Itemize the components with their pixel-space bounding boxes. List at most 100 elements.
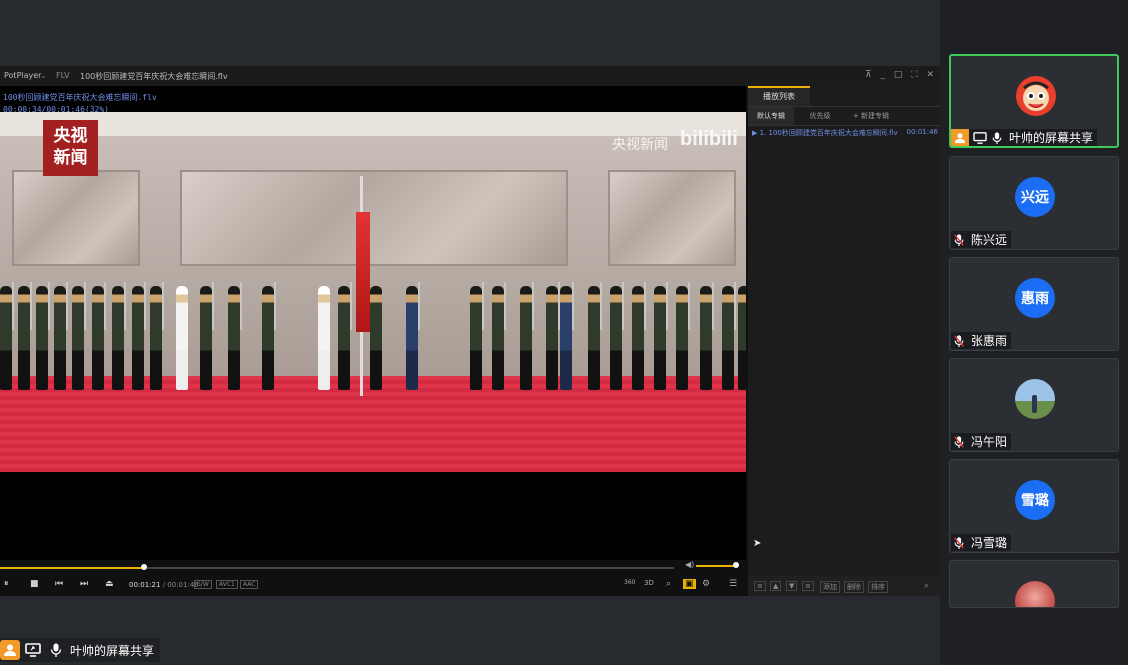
screen-share-icon xyxy=(973,131,987,144)
participant-tile[interactable] xyxy=(949,560,1119,608)
screen-share-name: 叶帅的屏幕共享 xyxy=(70,643,155,658)
vr-360-button[interactable]: 360 xyxy=(624,579,635,586)
participant-name: 冯午阳 xyxy=(971,435,1008,449)
rifle xyxy=(622,282,624,330)
eject-icon[interactable]: ⏏ xyxy=(105,579,114,589)
seek-progress xyxy=(0,567,144,569)
rifle xyxy=(48,282,50,330)
tab-priority[interactable]: 优先级 xyxy=(796,107,844,125)
participant-namebar: 陈兴远 xyxy=(951,231,1012,248)
rifle xyxy=(418,282,420,330)
3d-button[interactable]: 3D xyxy=(644,579,654,587)
fullscreen-icon[interactable]: ⛶ xyxy=(911,70,917,80)
soldier xyxy=(676,286,688,390)
watermark: 央视新闻 xyxy=(612,137,668,153)
potplayer-window: PotPlayer ⌄ FLV 100秒回顾建党百年庆祝大会难忘瞬间.flv ⊼… xyxy=(0,66,940,596)
cctv-news-logo: 央视 新闻 xyxy=(43,120,98,176)
participant-tile[interactable]: 雪璐 冯雪璐 xyxy=(949,459,1119,553)
participant-tile[interactable]: 叶帅的屏幕共享 xyxy=(949,54,1119,148)
relief-carving xyxy=(180,170,568,266)
soldier xyxy=(546,286,558,390)
file-title: 100秒回顾建党百年庆祝大会难忘瞬间.flv xyxy=(80,72,228,81)
add-button[interactable]: 添加 xyxy=(820,581,840,593)
playlist-title-tab[interactable]: 播放列表 xyxy=(748,86,810,106)
participant-namebar: 叶帅的屏幕共享 xyxy=(951,128,1098,146)
soldier xyxy=(470,286,482,390)
flag xyxy=(356,212,370,332)
gear-icon[interactable]: ⚙ xyxy=(702,579,710,589)
honor-guard xyxy=(0,176,746,396)
maximize-icon[interactable]: □ xyxy=(894,70,903,80)
user-icon xyxy=(0,640,20,660)
video-frame: 央视 新闻 央视新闻 bilibili xyxy=(0,112,746,472)
previous-icon[interactable]: ⏮ xyxy=(55,579,63,589)
soldier xyxy=(406,286,418,390)
volume-icon[interactable]: ◀) xyxy=(685,560,694,569)
user-icon xyxy=(951,128,969,146)
rifle xyxy=(350,282,352,330)
rifle xyxy=(734,282,736,330)
participant-tile[interactable]: 兴远 陈兴远 xyxy=(949,156,1119,250)
codec-tag[interactable]: AVC1 xyxy=(216,580,238,589)
logo-line: 新闻 xyxy=(53,148,88,168)
participant-tile[interactable]: 惠雨 张惠雨 xyxy=(949,257,1119,351)
rifle xyxy=(124,282,126,330)
sort-last-icon[interactable]: ≡ xyxy=(802,581,814,591)
video-area[interactable]: 100秒回顾建党百年庆祝大会难忘瞬间.flv 00:00:34/00:01:46… xyxy=(0,86,746,560)
volume-handle[interactable] xyxy=(733,562,739,568)
sort-first-icon[interactable]: ≡ xyxy=(754,581,766,591)
rifle xyxy=(532,282,534,330)
search-icon[interactable]: ⌕ xyxy=(666,579,671,589)
pause-icon[interactable]: ⏸ xyxy=(4,579,9,589)
participant-name: 冯雪璐 xyxy=(971,536,1008,550)
pin-icon[interactable]: ⊼ xyxy=(865,70,872,80)
playlist-item-name: ▶ 1. 100秒回顾建党百年庆祝大会难忘瞬间.flv xyxy=(752,129,898,137)
avatar: 兴远 xyxy=(1015,177,1055,217)
rifle xyxy=(504,282,506,330)
rifle xyxy=(66,282,68,330)
rifle xyxy=(144,282,146,330)
codec-tag[interactable]: AAC xyxy=(240,580,259,589)
seek-handle[interactable] xyxy=(141,564,147,570)
playlist-panel: 播放列表 默认专辑 优先级 + 新建专辑 ▶ 1. 100秒回顾建党百年庆祝大会… xyxy=(748,86,940,596)
participant-tile[interactable]: 冯午阳 xyxy=(949,358,1119,452)
time-display: 00:01:21 / 00:01:46 xyxy=(129,581,199,589)
soldier xyxy=(338,286,350,390)
soldier xyxy=(370,286,382,390)
participant-name: 张惠雨 xyxy=(971,334,1008,348)
avatar: 惠雨 xyxy=(1015,278,1055,318)
app-name[interactable]: PotPlayer xyxy=(4,71,41,80)
menu-icon[interactable]: ☰ xyxy=(729,579,737,589)
logo-line: 央视 xyxy=(53,126,88,146)
playlist-item[interactable]: ▶ 1. 100秒回顾建党百年庆祝大会难忘瞬间.flv 00:01:46 xyxy=(752,128,938,138)
red-carpet xyxy=(0,376,746,472)
bilibili-watermark: bilibili xyxy=(680,128,738,150)
player-titlebar[interactable]: PotPlayer ⌄ FLV 100秒回顾建党百年庆祝大会难忘瞬间.flv ⊼… xyxy=(0,66,940,87)
close-icon[interactable]: ✕ xyxy=(926,70,934,80)
playlist-item-duration: 00:01:46 xyxy=(904,128,938,136)
tab-new-album[interactable]: + 新建专辑 xyxy=(846,107,896,125)
sort-button[interactable]: 排序 xyxy=(868,581,888,593)
soldier xyxy=(654,286,666,390)
rifle xyxy=(12,282,14,330)
delete-button[interactable]: 删除 xyxy=(844,581,864,593)
rifle xyxy=(688,282,690,330)
soldier xyxy=(520,286,532,390)
subtitle-icon[interactable]: ▣ xyxy=(683,579,696,589)
soldier xyxy=(228,286,240,390)
participant-namebar: 冯雪璐 xyxy=(951,534,1012,551)
seek-bar[interactable]: ◀) xyxy=(0,560,746,572)
chevron-down-icon[interactable]: ⌄ xyxy=(40,71,47,80)
search-icon[interactable]: ⌕ xyxy=(922,581,931,591)
volume-bar[interactable] xyxy=(696,565,736,567)
move-up-icon[interactable]: ▲ xyxy=(770,581,782,591)
tab-default-album[interactable]: 默认专辑 xyxy=(748,107,794,125)
rifle xyxy=(712,282,714,330)
rifle xyxy=(666,282,668,330)
minimize-icon[interactable]: _ xyxy=(881,70,886,80)
stop-icon[interactable]: ■ xyxy=(30,579,39,589)
next-icon[interactable]: ⏭ xyxy=(80,579,88,589)
move-down-icon[interactable]: ▼ xyxy=(786,581,798,591)
codec-tag[interactable]: S/W xyxy=(194,580,212,589)
soldier xyxy=(54,286,66,390)
